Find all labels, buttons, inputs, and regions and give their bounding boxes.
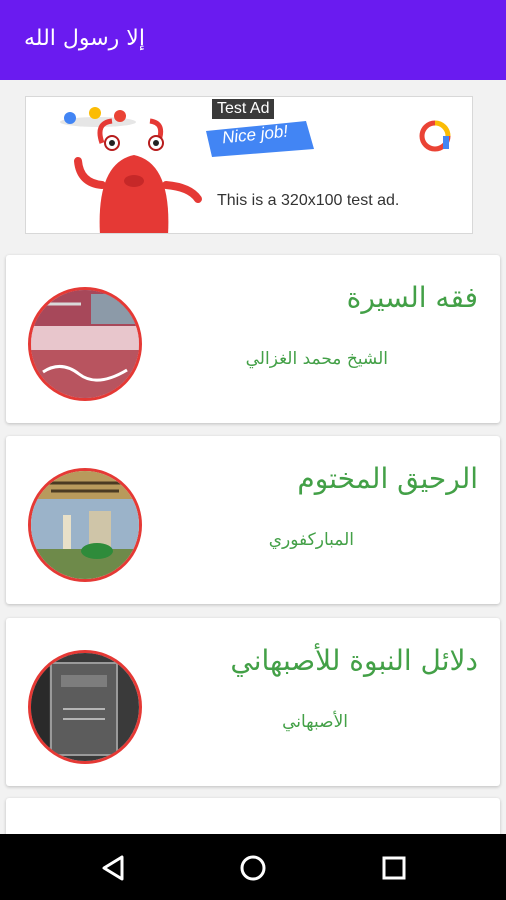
ad-text: This is a 320x100 test ad. bbox=[217, 192, 400, 209]
book-title: دلائل النبوة للأصبهاني bbox=[230, 644, 478, 677]
book-card[interactable]: دلائل النبوة للأصبهاني الأصبهاني bbox=[6, 618, 500, 786]
admob-logo-icon bbox=[419, 120, 451, 152]
book-author: الأصبهاني bbox=[282, 712, 348, 732]
system-nav-bar bbox=[0, 834, 506, 900]
back-icon[interactable] bbox=[92, 846, 136, 890]
book-author: المباركفوري bbox=[268, 530, 354, 550]
book-cover-image bbox=[28, 650, 142, 764]
book-card[interactable]: الرحيق المختوم المباركفوري bbox=[6, 436, 500, 604]
ad-mascot-icon bbox=[60, 107, 202, 233]
recents-icon[interactable] bbox=[372, 846, 416, 890]
book-title: الرحيق المختوم bbox=[297, 462, 478, 495]
book-cover-image bbox=[28, 468, 142, 582]
app-title: إلا رسول الله bbox=[24, 26, 145, 51]
home-icon[interactable] bbox=[231, 846, 275, 890]
book-author: الشيخ محمد الغزالي bbox=[245, 349, 388, 369]
app-bar: إلا رسول الله bbox=[0, 0, 506, 80]
book-cover-image bbox=[28, 287, 142, 401]
book-card[interactable]: فقه السيرة الشيخ محمد الغزالي bbox=[6, 255, 500, 423]
book-title: فقه السيرة bbox=[346, 281, 478, 314]
ad-banner[interactable]: Nice job! Test Ad This is a 320x100 test… bbox=[25, 96, 473, 234]
ad-test-badge: Test Ad bbox=[212, 99, 275, 119]
